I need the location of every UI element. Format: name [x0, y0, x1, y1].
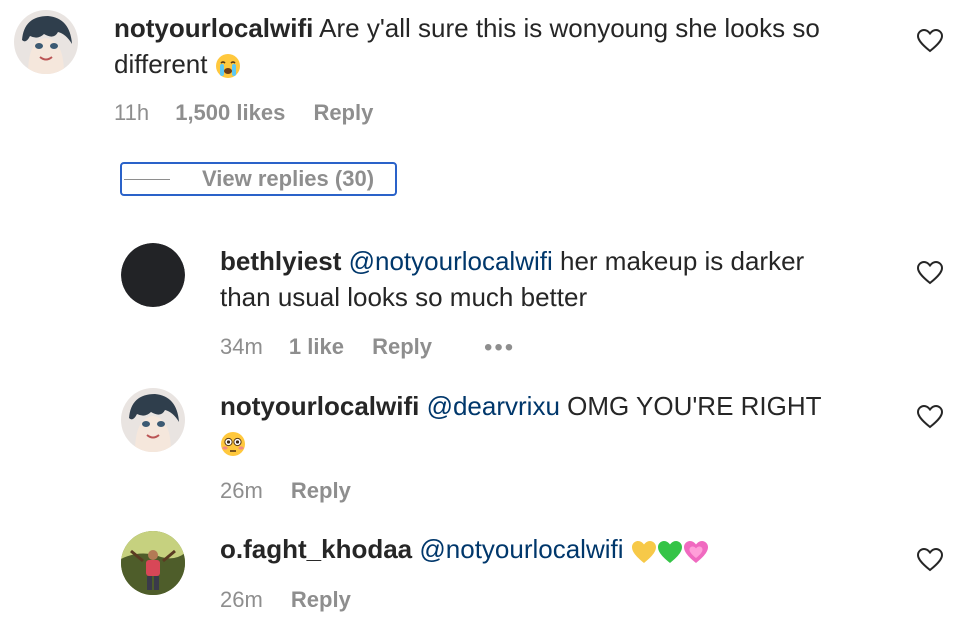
- reply-meta: 26m Reply: [220, 587, 351, 613]
- growing-heart-icon: [683, 537, 709, 573]
- reply-username[interactable]: notyourlocalwifi: [220, 391, 419, 421]
- reply-time: 34m: [220, 334, 263, 359]
- comment-reply-button[interactable]: Reply: [313, 100, 373, 126]
- avatar[interactable]: [121, 531, 185, 595]
- comment-username[interactable]: notyourlocalwifi: [114, 13, 313, 43]
- comment-body: notyourlocalwifi Are y'all sure this is …: [114, 10, 904, 88]
- reply-text: OMG YOU'RE RIGHT: [567, 391, 822, 421]
- photo-avatar-image: [121, 531, 185, 595]
- anime-avatar-image: [121, 388, 185, 452]
- avatar[interactable]: [121, 243, 185, 307]
- anime-avatar-image: [14, 10, 78, 74]
- reply-reply-button[interactable]: Reply: [291, 587, 351, 613]
- heart-icon[interactable]: [917, 29, 943, 53]
- black-avatar-image: [121, 243, 185, 307]
- reply-reply-button[interactable]: Reply: [372, 334, 432, 360]
- view-replies-button[interactable]: View replies (30): [120, 162, 397, 196]
- view-replies-label: View replies (30): [202, 166, 375, 191]
- comment-time: 11h: [114, 100, 150, 125]
- reply-reply-button[interactable]: Reply: [291, 478, 351, 504]
- green-heart-icon: [657, 537, 683, 573]
- heart-icon[interactable]: [917, 261, 943, 285]
- flushed-face-icon: [220, 430, 246, 466]
- avatar[interactable]: [121, 388, 185, 452]
- reply-body: bethlyiest @notyourlocalwifi her makeup …: [220, 243, 900, 315]
- reply-text: her makeup is darker: [559, 246, 805, 276]
- reply-mention[interactable]: @notyourlocalwifi: [419, 534, 623, 564]
- reply-text-line2: than usual looks so much better: [220, 282, 588, 312]
- reply-mention[interactable]: @dearvrixu: [427, 391, 560, 421]
- reply-time: 26m: [220, 478, 263, 503]
- heart-icon[interactable]: [917, 405, 943, 429]
- reply-body: notyourlocalwifi @dearvrixu OMG YOU'RE R…: [220, 388, 900, 466]
- reply-body: o.faght_khodaa @notyourlocalwifi: [220, 531, 900, 573]
- heart-icon[interactable]: [917, 548, 943, 572]
- reply-time: 26m: [220, 587, 263, 612]
- reply-meta: 34m 1 like Reply: [220, 334, 432, 360]
- divider-line: [124, 178, 170, 180]
- comment-meta: 11h 1,500 likes Reply: [114, 100, 373, 126]
- reply-username[interactable]: bethlyiest: [220, 246, 341, 276]
- comment-likes[interactable]: 1,500 likes: [175, 100, 285, 126]
- more-options-icon[interactable]: •••: [484, 334, 515, 362]
- yellow-heart-icon: [631, 537, 657, 573]
- reply-mention[interactable]: @notyourlocalwifi: [349, 246, 553, 276]
- loudly-crying-face-icon: [215, 52, 241, 88]
- reply-username[interactable]: o.faght_khodaa: [220, 534, 412, 564]
- reply-likes[interactable]: 1 like: [289, 334, 344, 360]
- reply-meta: 26m Reply: [220, 478, 351, 504]
- avatar[interactable]: [14, 10, 78, 74]
